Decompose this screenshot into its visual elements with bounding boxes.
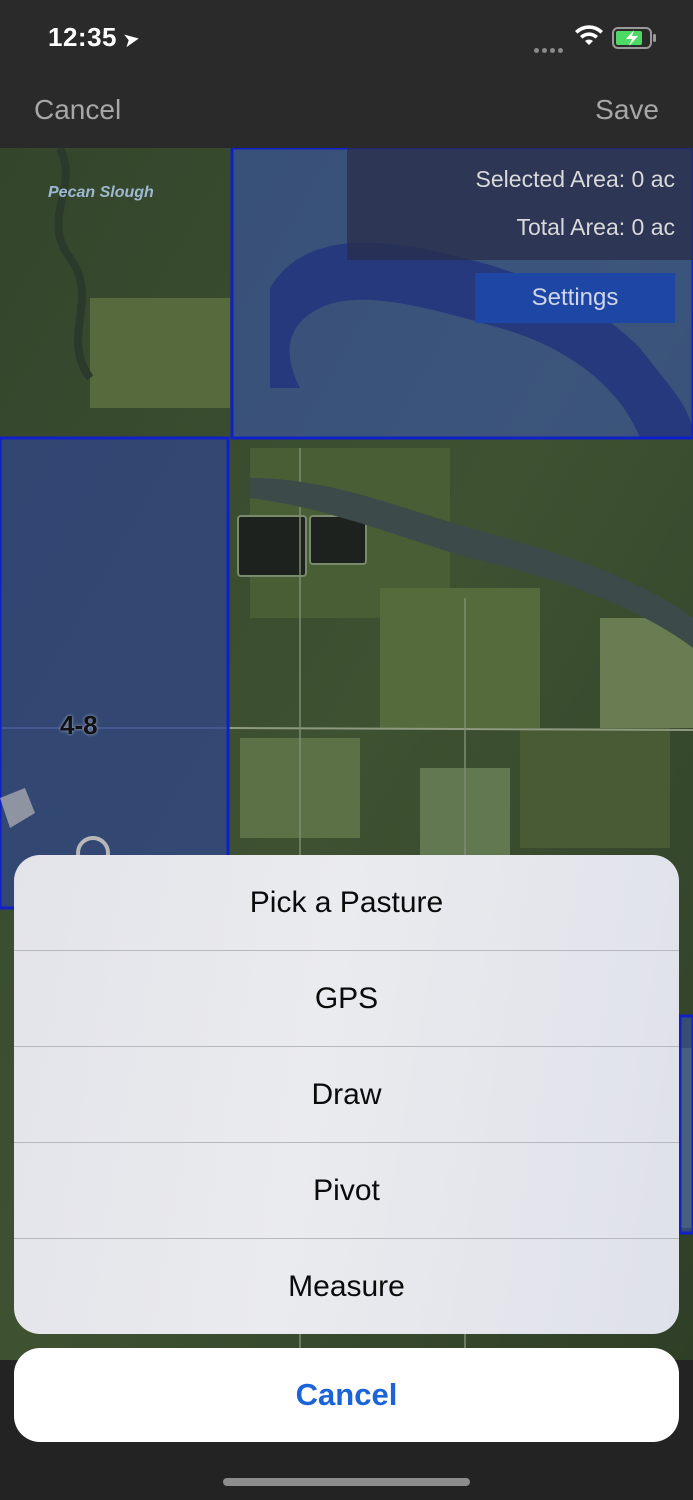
pasture-label: 4-8 [60,710,98,740]
nav-save-button[interactable]: Save [595,94,659,126]
action-sheet: Pick a Pasture GPS Draw Pivot Measure [14,855,679,1334]
nav-cancel-button[interactable]: Cancel [34,94,121,126]
status-time: 12:35 ➤ [48,22,143,53]
location-arrow-icon: ➤ [121,27,143,53]
clock: 12:35 [48,22,117,52]
action-pick-pasture[interactable]: Pick a Pasture [14,855,679,951]
action-gps[interactable]: GPS [14,951,679,1047]
nav-bar: Cancel Save [0,76,693,148]
status-bar: 12:35 ➤ [0,0,693,76]
total-area-text: Total Area: 0 ac [516,214,675,240]
action-draw[interactable]: Draw [14,1047,679,1143]
action-pivot[interactable]: Pivot [14,1143,679,1239]
selected-area-text: Selected Area: 0 ac [475,166,675,192]
action-sheet-cancel-button[interactable]: Cancel [14,1348,679,1442]
area-summary-panel: Selected Area: 0 ac Total Area: 0 ac [347,148,693,260]
map-place-label: Pecan Slough [48,184,154,201]
battery-charging-icon [612,27,656,49]
settings-button[interactable]: Settings [475,273,675,323]
wifi-icon [575,25,603,45]
home-indicator [223,1478,470,1486]
cellular-signal-icon [534,40,566,58]
action-measure[interactable]: Measure [14,1239,679,1334]
